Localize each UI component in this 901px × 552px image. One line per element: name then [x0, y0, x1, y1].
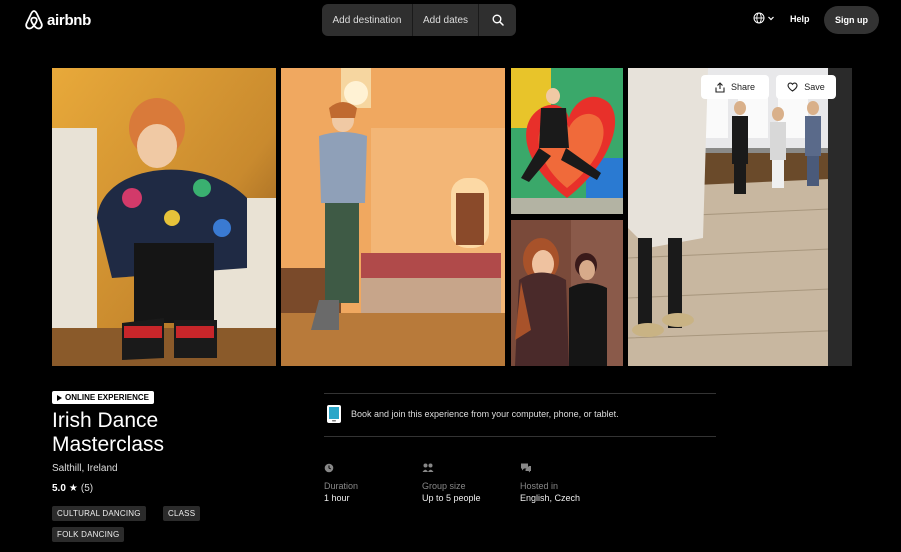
- detail-value: 1 hour: [324, 493, 350, 503]
- divider: [324, 393, 716, 394]
- heart-icon: [787, 82, 798, 92]
- play-icon: [57, 394, 62, 401]
- airbnb-logo-icon: [25, 10, 43, 30]
- help-link[interactable]: Help: [790, 14, 810, 24]
- logo-text: airbnb: [47, 11, 92, 29]
- tag-cultural-dancing[interactable]: CULTURAL DANCING: [52, 506, 146, 521]
- tablet-icon: [327, 405, 341, 423]
- globe-icon: [753, 12, 765, 24]
- photo-dance-class-hall[interactable]: [628, 68, 852, 366]
- dates-input[interactable]: Add dates: [413, 4, 479, 36]
- share-label: Share: [730, 82, 756, 92]
- share-button[interactable]: Share: [701, 75, 769, 99]
- divider: [324, 436, 716, 437]
- sign-up-button[interactable]: Sign up: [824, 6, 879, 34]
- device-info: Book and join this experience from your …: [326, 404, 619, 424]
- detail-value: English, Czech: [520, 493, 581, 503]
- chat-icon: [521, 463, 531, 473]
- tag-class[interactable]: CLASS: [163, 506, 201, 521]
- airbnb-logo[interactable]: airbnb: [24, 9, 91, 31]
- detail-hosted-in: Hosted in English, Czech: [520, 462, 616, 503]
- share-icon: [715, 81, 725, 93]
- destination-input[interactable]: Add destination: [322, 4, 413, 36]
- tag-folk-dancing[interactable]: FOLK DANCING: [52, 527, 125, 542]
- rating-score: 5.0: [52, 483, 66, 494]
- save-button[interactable]: Save: [776, 75, 836, 99]
- detail-value: Up to 5 people: [422, 493, 481, 503]
- star-icon: ★: [68, 483, 78, 494]
- rating[interactable]: 5.0 ★ (5): [52, 483, 93, 494]
- language-button[interactable]: [753, 12, 775, 24]
- detail-duration: Duration 1 hour: [324, 462, 420, 503]
- online-experience-badge: ONLINE EXPERIENCE: [52, 391, 155, 404]
- location-text: Salthill, Ireland: [52, 463, 118, 474]
- people-icon: [422, 463, 434, 472]
- badge-label: ONLINE EXPERIENCE: [65, 393, 150, 402]
- photo-dancer-heart-mural[interactable]: [511, 68, 623, 214]
- search-button[interactable]: [479, 4, 516, 36]
- photo-two-dancers[interactable]: [511, 220, 623, 366]
- detail-group-size: Group size Up to 5 people: [422, 462, 518, 503]
- device-text: Book and join this experience from your …: [351, 409, 619, 419]
- photo-dancer-tying-shoes[interactable]: [52, 68, 276, 366]
- search-bar[interactable]: Add destination Add dates: [322, 4, 516, 36]
- chevron-down-icon: [768, 16, 774, 21]
- detail-label: Group size: [422, 481, 466, 491]
- photo-dancer-living-room[interactable]: [281, 68, 505, 366]
- save-label: Save: [804, 82, 825, 92]
- detail-label: Hosted in: [520, 481, 559, 491]
- search-icon: [492, 14, 504, 26]
- page-title: Irish Dance Masterclass: [52, 409, 165, 456]
- clock-icon: [324, 463, 334, 473]
- review-count: (5): [80, 483, 94, 494]
- detail-label: Duration: [324, 481, 359, 491]
